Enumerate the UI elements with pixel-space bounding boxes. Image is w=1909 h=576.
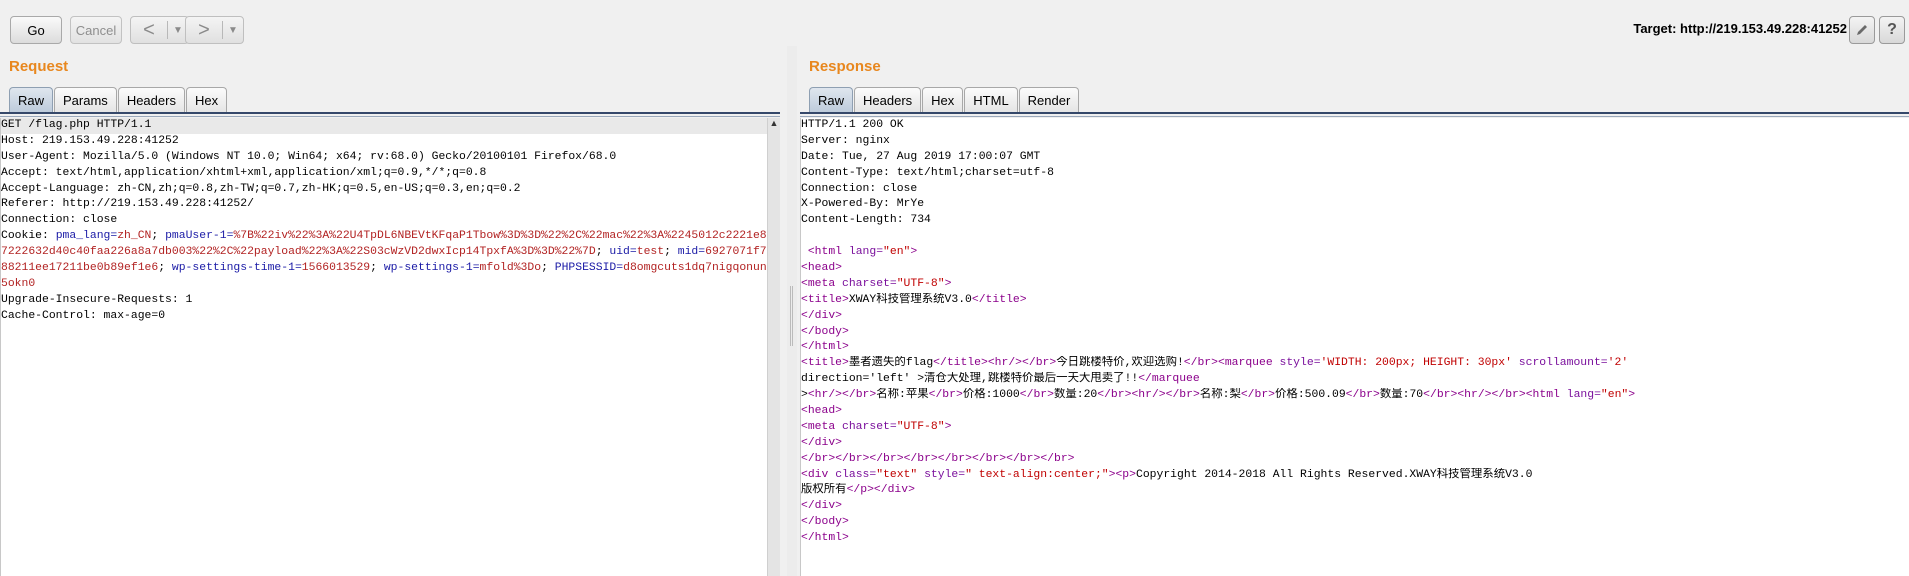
cookie-equals: = bbox=[629, 246, 637, 259]
request-tab-rule bbox=[0, 112, 780, 117]
cookie-separator: ; bbox=[158, 262, 172, 275]
response-line: <head> bbox=[801, 262, 843, 275]
response-tab-rule bbox=[800, 112, 1909, 117]
cookie-value: zh_CN bbox=[117, 230, 152, 243]
cookie-separator: ; bbox=[151, 230, 166, 243]
cookie-equals: = bbox=[294, 262, 302, 275]
cookie-key: PHPSESSID bbox=[554, 262, 617, 275]
request-line: Cache-Control: max-age=0 bbox=[1, 309, 166, 322]
response-line: <title>墨者遗失的flag</title><hr/></br>今日跳楼特价… bbox=[801, 357, 1629, 370]
response-line: <html lang="en"> bbox=[807, 246, 918, 259]
cookie-separator: ; bbox=[541, 262, 555, 275]
response-line: Server: nginx bbox=[801, 134, 890, 147]
divider-grip-icon[interactable] bbox=[790, 286, 793, 346]
cookie-key: wp-settings-1 bbox=[383, 262, 473, 275]
response-line: X-Powered-By: MrYe bbox=[801, 198, 925, 211]
cookie-equals: = bbox=[472, 262, 480, 275]
request-title: Request bbox=[9, 58, 69, 75]
response-line: HTTP/1.1 200 OK bbox=[801, 119, 904, 131]
request-line: GET /flag.php HTTP/1.1 bbox=[1, 118, 767, 134]
tab-response-html[interactable]: HTML bbox=[964, 87, 1018, 113]
response-line: Date: Tue, 27 Aug 2019 17:00:07 GMT bbox=[801, 150, 1041, 163]
response-line: Content-Type: text/html;charset=utf-8 bbox=[801, 166, 1054, 179]
cookie-key: wp-settings-time-1 bbox=[171, 262, 295, 275]
tab-response-hex[interactable]: Hex bbox=[922, 87, 964, 113]
forward-button[interactable]: > ▼ bbox=[185, 16, 244, 44]
target-label[interactable]: Target: http://219.153.49.228:41252 bbox=[1633, 21, 1847, 36]
response-line: </body> bbox=[801, 516, 849, 529]
cookie-key: pma_lang bbox=[55, 230, 111, 243]
tab-request-params[interactable]: Params bbox=[54, 87, 117, 113]
request-editor[interactable]: GET /flag.php HTTP/1.1 Host: 219.153.49.… bbox=[0, 118, 767, 576]
response-line: <div class="text" style=" text-align:cen… bbox=[801, 468, 1533, 481]
response-line: </html> bbox=[801, 341, 849, 354]
request-scrollbar[interactable]: ▲ bbox=[767, 118, 780, 576]
response-tabs: Raw Headers Hex HTML Render bbox=[809, 87, 1080, 113]
response-line: ><hr/></br>名称:苹果</br>价格:1000</br>数量:20</… bbox=[801, 389, 1636, 402]
request-line: Accept-Language: zh-CN,zh;q=0.8,zh-TW;q=… bbox=[1, 182, 521, 195]
cookie-value: 1566013529 bbox=[301, 262, 371, 275]
response-line: </body> bbox=[801, 325, 849, 338]
cookie-value: test bbox=[636, 246, 665, 259]
cookie-value: mfold%3Do bbox=[479, 262, 542, 275]
response-line: <title>XWAY科技管理系统V3.0</title> bbox=[801, 293, 1027, 306]
request-line: Referer: http://219.153.49.228:41252/ bbox=[1, 198, 254, 211]
tab-response-raw[interactable]: Raw bbox=[809, 87, 854, 113]
response-line: <head> bbox=[801, 405, 843, 418]
response-line: Content-Length: 734 bbox=[801, 214, 931, 227]
toolbar: Go Cancel < ▼ > ▼ Target: http://219.153… bbox=[0, 0, 1909, 52]
cookie-separator: ; bbox=[595, 246, 610, 259]
cookie-separator: ; bbox=[370, 262, 384, 275]
response-editor[interactable]: HTTP/1.1 200 OK Server: nginx Date: Tue, 2… bbox=[800, 118, 1909, 576]
response-line: direction='left' >清仓大处理,跳楼特价最后一天大甩卖了!!</… bbox=[801, 373, 1200, 386]
response-line: Connection: close bbox=[801, 182, 918, 195]
tab-request-raw[interactable]: Raw bbox=[9, 87, 54, 113]
request-line: User-Agent: Mozilla/5.0 (Windows NT 10.0… bbox=[1, 150, 617, 163]
tab-response-headers[interactable]: Headers bbox=[854, 87, 922, 113]
tab-request-headers[interactable]: Headers bbox=[117, 87, 185, 113]
forward-dropdown-icon[interactable]: ▼ bbox=[223, 25, 243, 36]
request-line: Accept: text/html,application/xhtml+xml,… bbox=[1, 166, 487, 179]
response-line: 版权所有</p></div> bbox=[801, 484, 915, 497]
response-line: </div> bbox=[801, 436, 843, 449]
tab-request-hex[interactable]: Hex bbox=[185, 87, 228, 113]
request-tabs: Raw Params Headers Hex bbox=[9, 87, 228, 113]
response-line: <meta charset="UTF-8"> bbox=[801, 277, 952, 290]
panel-divider[interactable] bbox=[787, 46, 797, 576]
response-line: <meta charset="UTF-8"> bbox=[801, 420, 952, 433]
cookie-separator: ; bbox=[664, 246, 678, 259]
request-line: Host: 219.153.49.228:41252 bbox=[1, 134, 179, 147]
response-line: </div> bbox=[801, 309, 843, 322]
response-line: </br></br></br></br></br></br></br></br> bbox=[801, 452, 1075, 465]
request-line: Connection: close bbox=[1, 214, 118, 227]
response-line bbox=[801, 229, 1909, 245]
pencil-icon[interactable] bbox=[1849, 16, 1875, 44]
cookie-key: pmaUser-1 bbox=[165, 230, 227, 243]
cookie-header: Cookie: pma_lang=zh_CN; pmaUser-1=%7B%22… bbox=[1, 229, 767, 293]
cancel-button[interactable]: Cancel bbox=[70, 16, 122, 44]
tab-response-render[interactable]: Render bbox=[1018, 87, 1080, 113]
help-icon[interactable]: ? bbox=[1879, 16, 1905, 44]
go-button[interactable]: Go bbox=[10, 16, 62, 44]
request-line: Upgrade-Insecure-Requests: 1 bbox=[1, 293, 193, 306]
scroll-up-icon[interactable]: ▲ bbox=[768, 118, 780, 132]
cookie-key: mid bbox=[677, 246, 699, 259]
response-title: Response bbox=[809, 58, 881, 75]
response-line: </html> bbox=[801, 532, 849, 545]
cookie-label: Cookie: bbox=[1, 230, 56, 243]
response-line: </div> bbox=[801, 500, 843, 513]
back-arrow-icon: < bbox=[143, 19, 155, 41]
cookie-key: uid bbox=[609, 246, 630, 259]
back-button[interactable]: < ▼ bbox=[130, 16, 189, 44]
forward-arrow-icon: > bbox=[198, 19, 210, 41]
